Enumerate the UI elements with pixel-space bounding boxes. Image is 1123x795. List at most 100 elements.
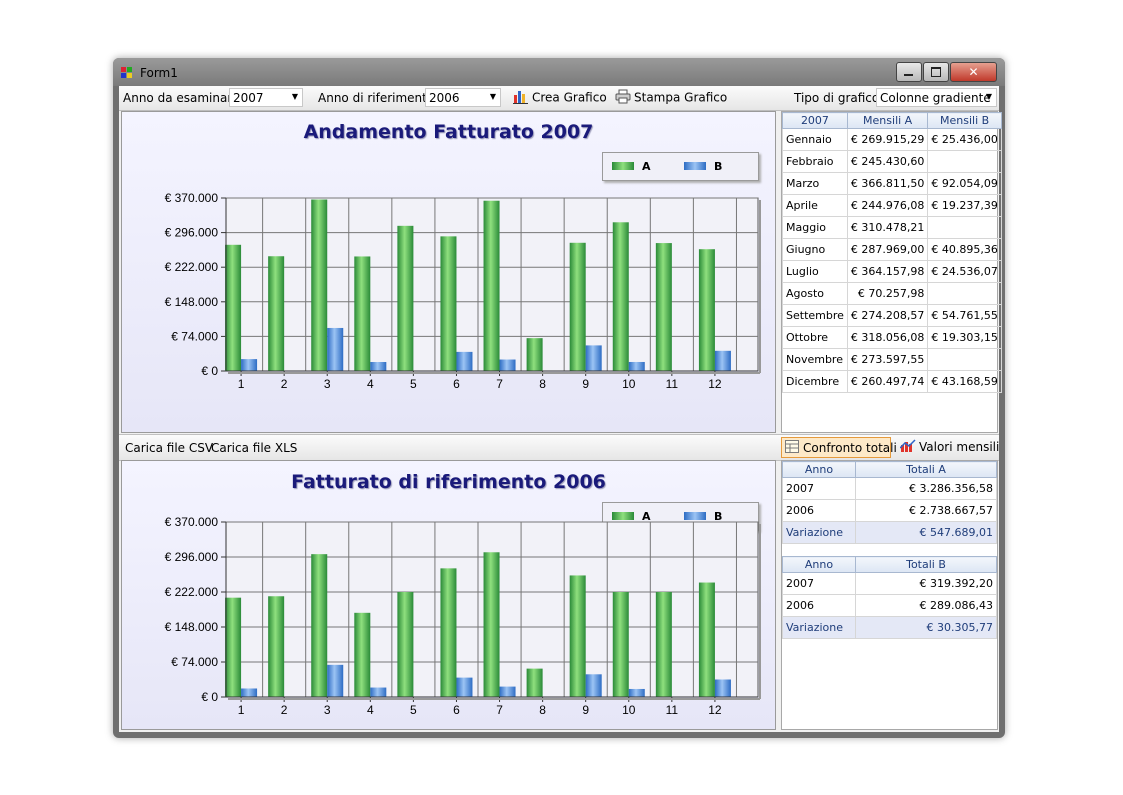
table-row[interactable]: Aprile € 244.976,08 € 19.237,39	[782, 194, 1002, 217]
table-row[interactable]: Maggio € 310.478,21	[782, 216, 1002, 239]
bar-series-a	[225, 244, 242, 371]
table-row[interactable]: Dicembre € 260.497,74 € 43.168,59	[782, 370, 1002, 393]
monthly-values-button[interactable]: Valori mensili	[897, 437, 999, 458]
minimize-button[interactable]	[896, 62, 922, 82]
bar-series-a	[354, 612, 371, 697]
bar-series-b	[714, 350, 731, 371]
chart-panel-2006: Fatturato di riferimento 2006 A B € 0 € 7…	[121, 460, 776, 730]
bar-series-a	[311, 199, 328, 371]
bar-series-a	[569, 575, 586, 697]
grid-cell-month: Novembre	[782, 348, 848, 371]
app-window: Form1 ✕ Anno da esaminare 2007 ▼ Anno di…	[113, 58, 1005, 738]
bar-series-a	[612, 592, 629, 697]
bar-chart-2006: € 0 € 74.000 € 148.000 € 222.000 € 296.000 € …	[165, 515, 761, 717]
table-row[interactable]: Marzo € 366.811,50 € 92.054,09	[782, 172, 1002, 195]
grid-cell-monthly-a: € 244.976,08	[846, 194, 929, 217]
load-xls-button[interactable]: Carica file XLS	[211, 441, 297, 455]
grid-header-monthly-a[interactable]: Mensili A	[846, 112, 929, 129]
bar-series-a	[354, 256, 371, 371]
grid-spacer	[782, 544, 997, 556]
bar-series-a	[311, 554, 328, 697]
x-tick-label: 12	[708, 703, 722, 717]
x-tick-label: 10	[622, 377, 636, 391]
table-row[interactable]: Luglio € 364.157,98 € 24.536,07	[782, 260, 1002, 283]
grid-cell-monthly-a: € 269.915,29	[846, 128, 929, 151]
totals-b-header-year[interactable]: Anno	[782, 556, 856, 573]
grid-header-monthly-b[interactable]: Mensili B	[927, 112, 1002, 129]
x-tick-label: 10	[622, 703, 636, 717]
table-row[interactable]: Settembre € 274.208,57 € 54.761,55	[782, 304, 1002, 327]
load-csv-button[interactable]: Carica file CSV	[125, 441, 213, 455]
totals-grid[interactable]: Anno Totali A 2007 € 3.286.356,58 2006 € 2…	[781, 460, 998, 730]
totals-a-header-year[interactable]: Anno	[782, 461, 856, 478]
bar-series-a	[698, 582, 715, 697]
grid-cell-monthly-b	[927, 150, 1002, 173]
close-button[interactable]: ✕	[950, 62, 997, 82]
x-tick-label: 1	[238, 377, 245, 391]
chart-panel-2007: Andamento Fatturato 2007 A B € 0 € 74.000…	[121, 111, 776, 433]
chevron-down-icon: ▼	[489, 92, 496, 101]
bar-series-a	[698, 249, 715, 371]
bar-series-a	[483, 200, 500, 371]
title-bar[interactable]: Form1 ✕	[113, 58, 1005, 86]
table-row[interactable]: 2006 € 2.738.667,57	[782, 499, 997, 522]
x-tick-label: 1	[238, 703, 245, 717]
y-tick-label: € 148.000	[165, 620, 219, 634]
grid-cell-monthly-b	[927, 216, 1002, 239]
table-row[interactable]: 2007 € 319.392,20	[782, 572, 997, 595]
totals-a-year: 2007	[782, 477, 856, 500]
table-row[interactable]: Febbraio € 245.430,60	[782, 150, 1002, 173]
printer-icon	[615, 89, 631, 107]
table-row[interactable]: Gennaio € 269.915,29 € 25.436,00	[782, 128, 1002, 151]
totals-b-variation-value: € 30.305,77	[855, 616, 997, 639]
x-tick-label: 3	[324, 703, 331, 717]
monthly-values-grid[interactable]: 2007 Mensili A Mensili B Gennaio € 269.91…	[781, 111, 1002, 433]
form-client-area: Anno da esaminare 2007 ▼ Anno di riferim…	[119, 86, 1002, 732]
table-row[interactable]: Ottobre € 318.056,08 € 19.303,15	[782, 326, 1002, 349]
ref-year-combo[interactable]: 2006 ▼	[425, 88, 501, 107]
table-row[interactable]: Agosto € 70.257,98	[782, 282, 1002, 305]
y-tick-label: € 0	[201, 690, 218, 704]
totals-b-table: Anno Totali B 2007 € 319.392,20 2006 € 289…	[782, 556, 997, 639]
grid-cell-month: Agosto	[782, 282, 848, 305]
y-tick-label: € 296.000	[165, 550, 219, 564]
chart-type-combo[interactable]: Colonne gradiente ▼	[876, 88, 997, 107]
table-row[interactable]: 2007 € 3.286.356,58	[782, 477, 997, 500]
bar-series-a	[526, 338, 543, 371]
create-chart-button[interactable]: Crea Grafico	[513, 89, 607, 107]
totals-b-header-total[interactable]: Totali B	[855, 556, 997, 573]
bar-series-b	[370, 362, 387, 371]
table-row[interactable]: Giugno € 287.969,00 € 40.895,36	[782, 238, 1002, 261]
print-chart-button[interactable]: Stampa Grafico	[615, 89, 727, 107]
bar-series-a	[268, 596, 285, 697]
grid-cell-month: Ottobre	[782, 326, 848, 349]
bar-series-b	[714, 679, 731, 697]
totals-a-variation-value: € 547.689,01	[855, 521, 997, 544]
grid-header-year[interactable]: 2007	[782, 112, 848, 129]
bar-series-b	[241, 359, 258, 371]
grid-cell-month: Gennaio	[782, 128, 848, 151]
year-combo[interactable]: 2007 ▼	[229, 88, 303, 107]
maximize-button[interactable]	[923, 62, 949, 82]
year-label: Anno da esaminare	[123, 91, 240, 105]
bar-series-a	[612, 222, 629, 371]
y-tick-label: € 148.000	[165, 295, 219, 309]
table-row[interactable]: 2006 € 289.086,43	[782, 594, 997, 617]
grid-cell-monthly-b: € 19.237,39	[927, 194, 1002, 217]
compare-totals-button[interactable]: Confronto totali	[781, 437, 897, 458]
create-chart-label: Crea Grafico	[532, 90, 607, 105]
y-tick-label: € 0	[201, 364, 218, 378]
totals-a-header-total[interactable]: Totali A	[855, 461, 997, 478]
table-row[interactable]: Variazione € 547.689,01	[782, 521, 997, 544]
chart-icon	[513, 89, 529, 107]
close-icon: ✕	[968, 65, 979, 79]
grid-cell-monthly-a: € 364.157,98	[846, 260, 929, 283]
grid-cell-monthly-b: € 19.303,15	[927, 326, 1002, 349]
x-tick-label: 5	[410, 377, 417, 391]
x-tick-label: 11	[666, 377, 679, 391]
grid-cell-monthly-b: € 24.536,07	[927, 260, 1002, 283]
grid-cell-month: Maggio	[782, 216, 848, 239]
table-row[interactable]: Variazione € 30.305,77	[782, 616, 997, 639]
table-row[interactable]: Novembre € 273.597,55	[782, 348, 1002, 371]
grid-cell-monthly-b: € 25.436,00	[927, 128, 1002, 151]
